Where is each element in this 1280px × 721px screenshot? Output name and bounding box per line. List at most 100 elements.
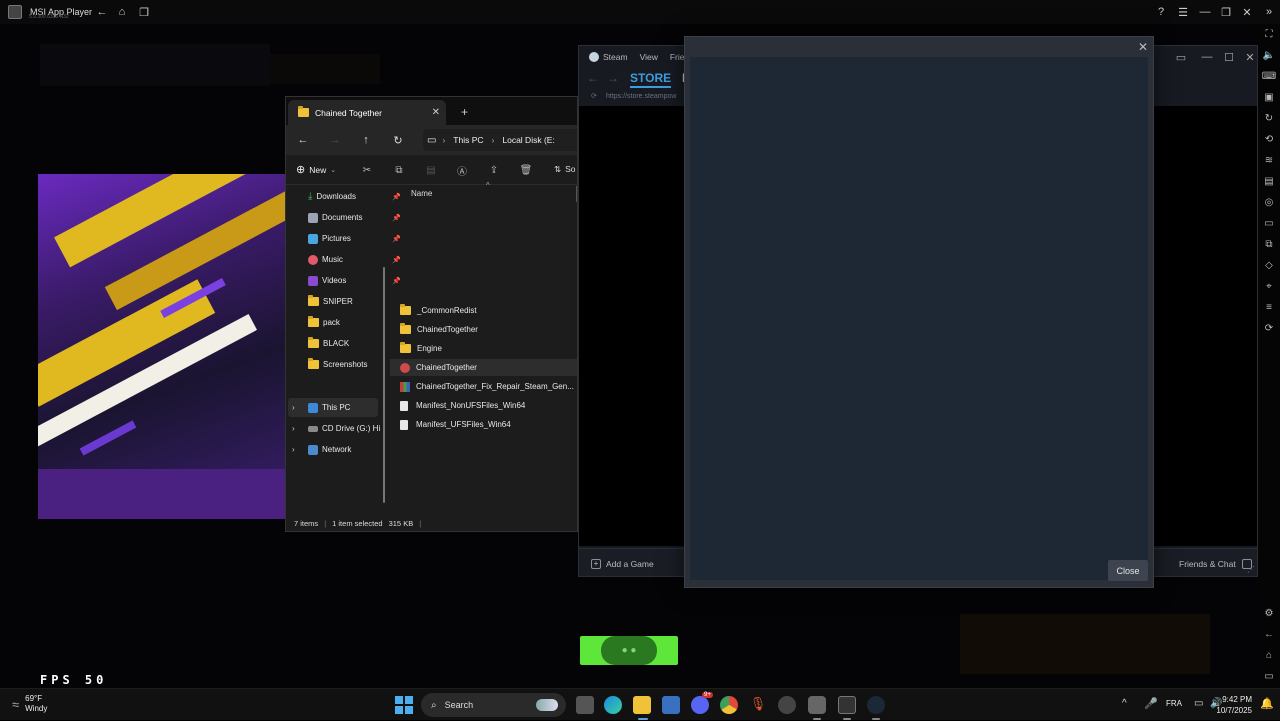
clock[interactable]: 9:42 PM 10/7/2025 bbox=[1198, 694, 1252, 716]
table-row[interactable]: Engine bbox=[400, 340, 577, 357]
nav-item-network[interactable]: Network bbox=[308, 440, 380, 459]
chevron-right-icon[interactable]: › bbox=[292, 445, 295, 454]
chevron-right-icon[interactable]: › bbox=[292, 403, 295, 412]
store-icon[interactable] bbox=[662, 696, 680, 714]
rename-icon[interactable]: Ⓐ bbox=[456, 164, 468, 178]
nav-item-cd-drive[interactable]: CD Drive (G:) Hi bbox=[308, 419, 380, 438]
share-icon[interactable]: ⇪ bbox=[488, 164, 500, 176]
cut-icon[interactable]: ✂ bbox=[361, 164, 373, 176]
steam-menu-steam[interactable]: Steam bbox=[589, 52, 628, 62]
new-button[interactable]: ⊕ New ⌄ bbox=[296, 163, 336, 176]
nav-item-this-pc[interactable]: This PC bbox=[308, 398, 380, 417]
rotate-icon[interactable]: ↻ bbox=[1262, 111, 1276, 125]
copy-icon[interactable]: ⧉ bbox=[393, 164, 405, 176]
help-icon[interactable]: ? bbox=[1153, 4, 1169, 20]
table-row[interactable]: Manifest_NonUFSFiles_Win64 bbox=[400, 397, 577, 414]
explorer-tab[interactable]: Chained Together ✕ bbox=[288, 100, 446, 125]
sort-button[interactable]: ⇅ So bbox=[554, 164, 576, 175]
apk-icon[interactable]: ▤ bbox=[1262, 174, 1276, 188]
file-explorer-icon[interactable] bbox=[633, 696, 651, 714]
dialog-close-button[interactable]: Close bbox=[1108, 560, 1148, 581]
steam-menu-view[interactable]: View bbox=[640, 52, 658, 62]
screenshot-icon[interactable]: ◎ bbox=[1262, 195, 1276, 209]
nav-item-pack[interactable]: pack bbox=[308, 313, 380, 332]
forward-arrow-icon[interactable]: → bbox=[328, 133, 342, 147]
android-home-icon[interactable]: ⌂ bbox=[1262, 648, 1276, 662]
delete-icon[interactable]: 🗑 bbox=[520, 164, 533, 176]
steam-back-icon[interactable]: ← bbox=[587, 71, 599, 85]
table-row[interactable]: Manifest_UFSFiles_Win64 bbox=[400, 416, 577, 433]
fullscreen-icon[interactable]: ⛶ bbox=[1262, 27, 1276, 41]
settings-icon[interactable]: ⚙ bbox=[1262, 606, 1276, 620]
nav-item-screenshots[interactable]: Screenshots bbox=[308, 355, 380, 374]
table-row[interactable]: _CommonRedist bbox=[400, 302, 577, 319]
sync-icon[interactable]: ⟳ bbox=[1262, 321, 1276, 335]
windows-start-icon[interactable] bbox=[395, 696, 413, 714]
discord-icon[interactable] bbox=[691, 696, 709, 714]
nav-scrollbar[interactable] bbox=[383, 267, 385, 503]
taskbar-search[interactable]: ⌕ Search bbox=[421, 693, 566, 717]
nav-item-downloads[interactable]: ⤓ Downloads 📌 bbox=[308, 187, 401, 206]
expand-icon[interactable]: » bbox=[1261, 4, 1277, 20]
nav-item-videos[interactable]: Videos 📌 bbox=[308, 271, 401, 290]
add-game-button[interactable]: + Add a Game bbox=[591, 559, 654, 569]
keymapping-icon[interactable]: ▣ bbox=[1262, 90, 1276, 104]
steam-icon[interactable] bbox=[867, 696, 885, 714]
nav-item-documents[interactable]: Documents 📌 bbox=[308, 208, 401, 227]
mic-tray-icon[interactable]: 🎤 bbox=[1144, 697, 1158, 710]
copy-icon[interactable]: ⧉ bbox=[1262, 237, 1276, 251]
nav-item-pictures[interactable]: Pictures 📌 bbox=[308, 229, 401, 248]
column-header-name[interactable]: Name bbox=[411, 189, 432, 198]
table-row[interactable]: ChainedTogether_Fix_Repair_Steam_Gen... bbox=[400, 378, 577, 395]
back-arrow-icon[interactable]: ← bbox=[296, 133, 310, 147]
back-icon[interactable]: ← bbox=[94, 4, 110, 20]
close-icon[interactable]: ✕ bbox=[1239, 4, 1255, 20]
steam-maximize-icon[interactable]: ☐ bbox=[1223, 51, 1235, 64]
android-back-icon[interactable]: ← bbox=[1262, 627, 1276, 641]
tab-close-icon[interactable]: ✕ bbox=[432, 107, 440, 118]
steam-store-tab[interactable]: STORE bbox=[630, 71, 672, 88]
eco-mode-icon[interactable]: ◇ bbox=[1262, 258, 1276, 272]
up-arrow-icon[interactable]: ↑ bbox=[359, 133, 373, 147]
steam-minimize-icon[interactable]: — bbox=[1201, 51, 1213, 63]
layers-icon[interactable]: ≡ bbox=[1262, 300, 1276, 314]
language-indicator[interactable]: FRA bbox=[1166, 699, 1182, 708]
terminal-icon[interactable] bbox=[838, 696, 856, 714]
steam-forward-icon[interactable]: → bbox=[607, 71, 619, 85]
chevron-up-icon[interactable]: ^ bbox=[1122, 698, 1127, 709]
chrome-icon[interactable] bbox=[720, 696, 738, 714]
microphone-icon[interactable]: 🎙 bbox=[749, 696, 767, 714]
game-green-button[interactable]: ● ● bbox=[580, 636, 678, 665]
resize-grip-icon[interactable]: ⋰ bbox=[1247, 565, 1255, 574]
edge-icon[interactable] bbox=[604, 696, 622, 714]
shake-icon[interactable]: ≋ bbox=[1262, 153, 1276, 167]
breadcrumb-this-pc[interactable]: This PC bbox=[453, 135, 483, 145]
refresh-icon[interactable]: ↻ bbox=[391, 133, 405, 147]
chevron-right-icon[interactable]: › bbox=[292, 424, 295, 433]
breadcrumb[interactable]: ▭ › This PC › Local Disk (E: bbox=[423, 129, 577, 151]
folder-icon[interactable]: ▭ bbox=[1262, 216, 1276, 230]
dialog-close-icon[interactable]: ✕ bbox=[1137, 40, 1149, 54]
app-icon[interactable] bbox=[778, 696, 796, 714]
nav-item-black[interactable]: BLACK bbox=[308, 334, 380, 353]
breadcrumb-local-disk[interactable]: Local Disk (E: bbox=[502, 135, 554, 145]
nav-item-sniper[interactable]: SNIPER bbox=[308, 292, 380, 311]
macro-icon[interactable]: ⟲ bbox=[1262, 132, 1276, 146]
weather-widget[interactable]: ≈ 69°F Windy bbox=[12, 694, 47, 714]
multi-instance-icon[interactable]: ❐ bbox=[136, 4, 152, 20]
steam-url-refresh-icon[interactable]: ⟳ bbox=[591, 92, 597, 100]
menu-icon[interactable]: ☰ bbox=[1175, 4, 1191, 20]
volume-icon[interactable]: 🔈 bbox=[1262, 48, 1276, 62]
friends-chat-button[interactable]: Friends & Chat bbox=[1179, 559, 1252, 569]
minimize-icon[interactable]: — bbox=[1197, 4, 1213, 20]
task-view-icon[interactable] bbox=[576, 696, 594, 714]
recent-apps-icon[interactable]: ▭ bbox=[1262, 669, 1276, 683]
paste-icon[interactable]: ▤ bbox=[425, 164, 437, 176]
restore-icon[interactable]: ❐ bbox=[1218, 4, 1234, 20]
notification-icon[interactable]: 🔔 bbox=[1260, 697, 1274, 710]
msi-app-player-icon[interactable] bbox=[808, 696, 826, 714]
table-row-selected[interactable]: ChainedTogether bbox=[390, 359, 577, 376]
keyboard-icon[interactable]: ⌨ bbox=[1262, 69, 1276, 83]
steam-close-icon[interactable]: ✕ bbox=[1244, 51, 1256, 64]
steam-monitor-icon[interactable]: ▭ bbox=[1175, 51, 1187, 64]
